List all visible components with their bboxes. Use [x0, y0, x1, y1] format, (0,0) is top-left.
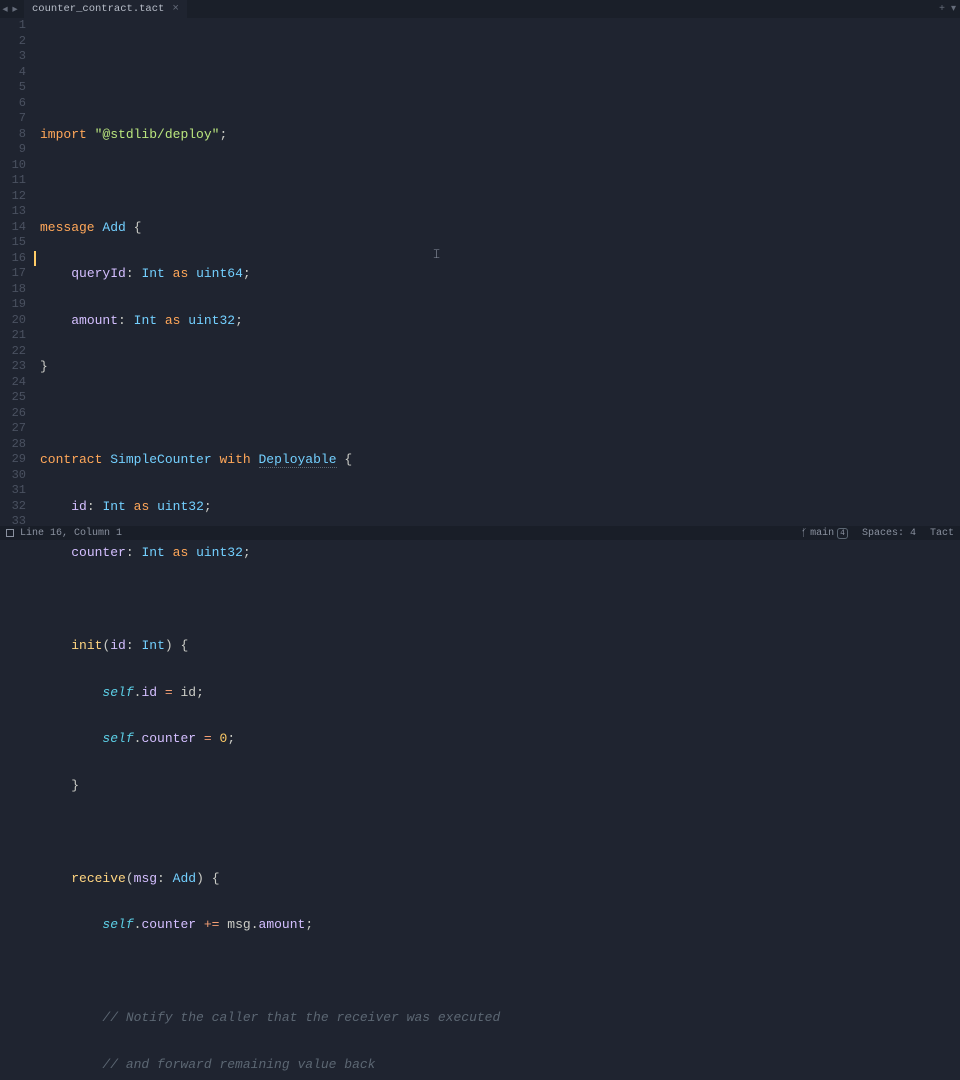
line-number: 23	[0, 359, 26, 375]
status-bar: Line 16, Column 1 ᚶ main 4 Spaces: 4 Tac…	[0, 526, 960, 540]
nav-forward-icon[interactable]: ▸	[10, 3, 20, 16]
line-number: 25	[0, 390, 26, 406]
line-number: 16	[0, 251, 26, 267]
file-tab-label: counter_contract.tact	[32, 3, 164, 15]
file-tab[interactable]: counter_contract.tact ×	[24, 0, 187, 18]
tab-menu-icon[interactable]: ▾	[951, 3, 956, 15]
line-number: 29	[0, 452, 26, 468]
git-changes-badge: 4	[837, 528, 848, 539]
line-number: 32	[0, 499, 26, 515]
line-number: 17	[0, 266, 26, 282]
line-number: 2	[0, 34, 26, 50]
line-number: 24	[0, 375, 26, 391]
line-number: 1	[0, 18, 26, 34]
git-branch[interactable]: ᚶ main 4	[801, 528, 848, 539]
line-number: 22	[0, 344, 26, 360]
line-number: 18	[0, 282, 26, 298]
line-number: 14	[0, 220, 26, 236]
nav-back-icon[interactable]: ◂	[0, 3, 10, 16]
indent-setting[interactable]: Spaces: 4	[862, 528, 916, 539]
tab-bar: ◂ ▸ counter_contract.tact × + ▾	[0, 0, 960, 18]
line-number: 26	[0, 406, 26, 422]
line-number: 10	[0, 158, 26, 174]
line-number: 21	[0, 328, 26, 344]
git-branch-icon: ᚶ	[801, 528, 807, 539]
new-tab-icon[interactable]: +	[939, 4, 945, 15]
line-number: 11	[0, 173, 26, 189]
line-number: 5	[0, 80, 26, 96]
line-number: 31	[0, 483, 26, 499]
text-caret	[34, 251, 36, 266]
line-number-gutter: 1234567891011121314151617181920212223242…	[0, 18, 34, 526]
editor[interactable]: 1234567891011121314151617181920212223242…	[0, 18, 960, 526]
line-number: 20	[0, 313, 26, 329]
line-number: 8	[0, 127, 26, 143]
line-number: 7	[0, 111, 26, 127]
close-tab-icon[interactable]: ×	[172, 3, 179, 15]
panel-icon[interactable]	[6, 529, 14, 537]
language-mode[interactable]: Tact	[930, 528, 954, 539]
line-number: 9	[0, 142, 26, 158]
line-number: 3	[0, 49, 26, 65]
line-number: 19	[0, 297, 26, 313]
line-number: 28	[0, 437, 26, 453]
line-number: 15	[0, 235, 26, 251]
line-number: 30	[0, 468, 26, 484]
code-area[interactable]: 𝙸 import "@stdlib/deploy"; message Add {…	[34, 18, 960, 526]
git-branch-label: main	[810, 528, 834, 539]
line-number: 4	[0, 65, 26, 81]
line-number: 13	[0, 204, 26, 220]
line-number: 12	[0, 189, 26, 205]
cursor-position[interactable]: Line 16, Column 1	[20, 528, 122, 539]
line-number: 6	[0, 96, 26, 112]
mouse-text-cursor-icon: 𝙸	[432, 247, 441, 263]
line-number: 27	[0, 421, 26, 437]
